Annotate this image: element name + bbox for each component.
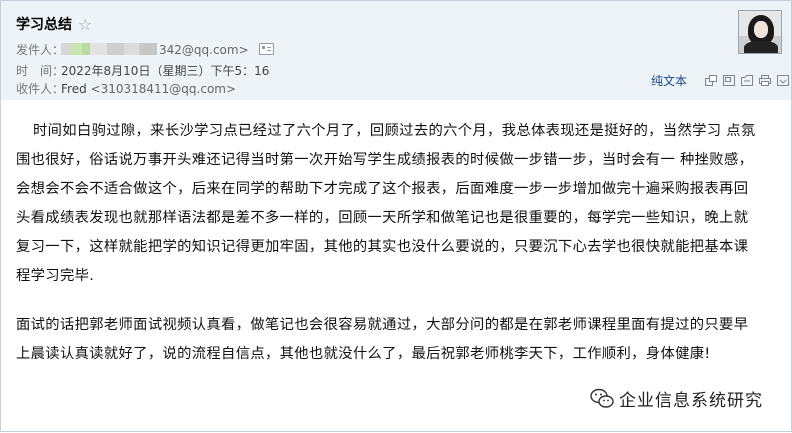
- new-window-icon[interactable]: [705, 75, 718, 86]
- time-label: 时 间：: [16, 64, 65, 78]
- time-value: 2022年8月10日（星期三）下午5：16: [61, 64, 270, 78]
- recipient-label: 收件人：: [16, 82, 65, 96]
- subject-text: 学习总结: [16, 17, 72, 33]
- mail-subject: 学习总结 ☆: [16, 14, 92, 34]
- watermark: 企业信息系统研究: [590, 386, 763, 411]
- watermark-text: 企业信息系统研究: [619, 391, 763, 411]
- sender-label: 发件人：: [16, 43, 65, 57]
- body-paragraph-1: 时间如白驹过隙，来长沙学习点已经过了六个月了，回顾过去的六个月，我总体表现还是挺…: [16, 123, 756, 284]
- time-row: 时 间：2022年8月10日（星期三）下午5：16: [16, 62, 269, 79]
- contact-card-icon[interactable]: [258, 43, 274, 55]
- sender-row: 发件人： 342@qq.com>: [16, 41, 274, 58]
- recipient-name[interactable]: Fred: [61, 82, 87, 96]
- save-icon[interactable]: [741, 75, 754, 86]
- restore-icon[interactable]: [723, 75, 736, 86]
- body-paragraph-2: 面试的话把郭老师面试视频认真看，做笔记也会很容易就通过，大部分问的都是在郭老师课…: [16, 317, 749, 362]
- plaintext-link[interactable]: 纯文本: [651, 72, 687, 89]
- star-icon[interactable]: ☆: [78, 15, 92, 34]
- wechat-icon: [590, 388, 614, 410]
- mail-toolbar: 纯文本: [651, 72, 790, 89]
- redacted-sender-mosaic: [61, 43, 157, 55]
- recipient-row: 收件人：Fred <310318411@qq.com>: [16, 80, 236, 97]
- print-icon[interactable]: [759, 75, 772, 86]
- expand-icon[interactable]: [777, 75, 790, 86]
- recipient-email[interactable]: <310318411@qq.com>: [91, 82, 237, 96]
- sender-email[interactable]: 342@qq.com>: [159, 43, 249, 57]
- sender-avatar[interactable]: [738, 10, 782, 54]
